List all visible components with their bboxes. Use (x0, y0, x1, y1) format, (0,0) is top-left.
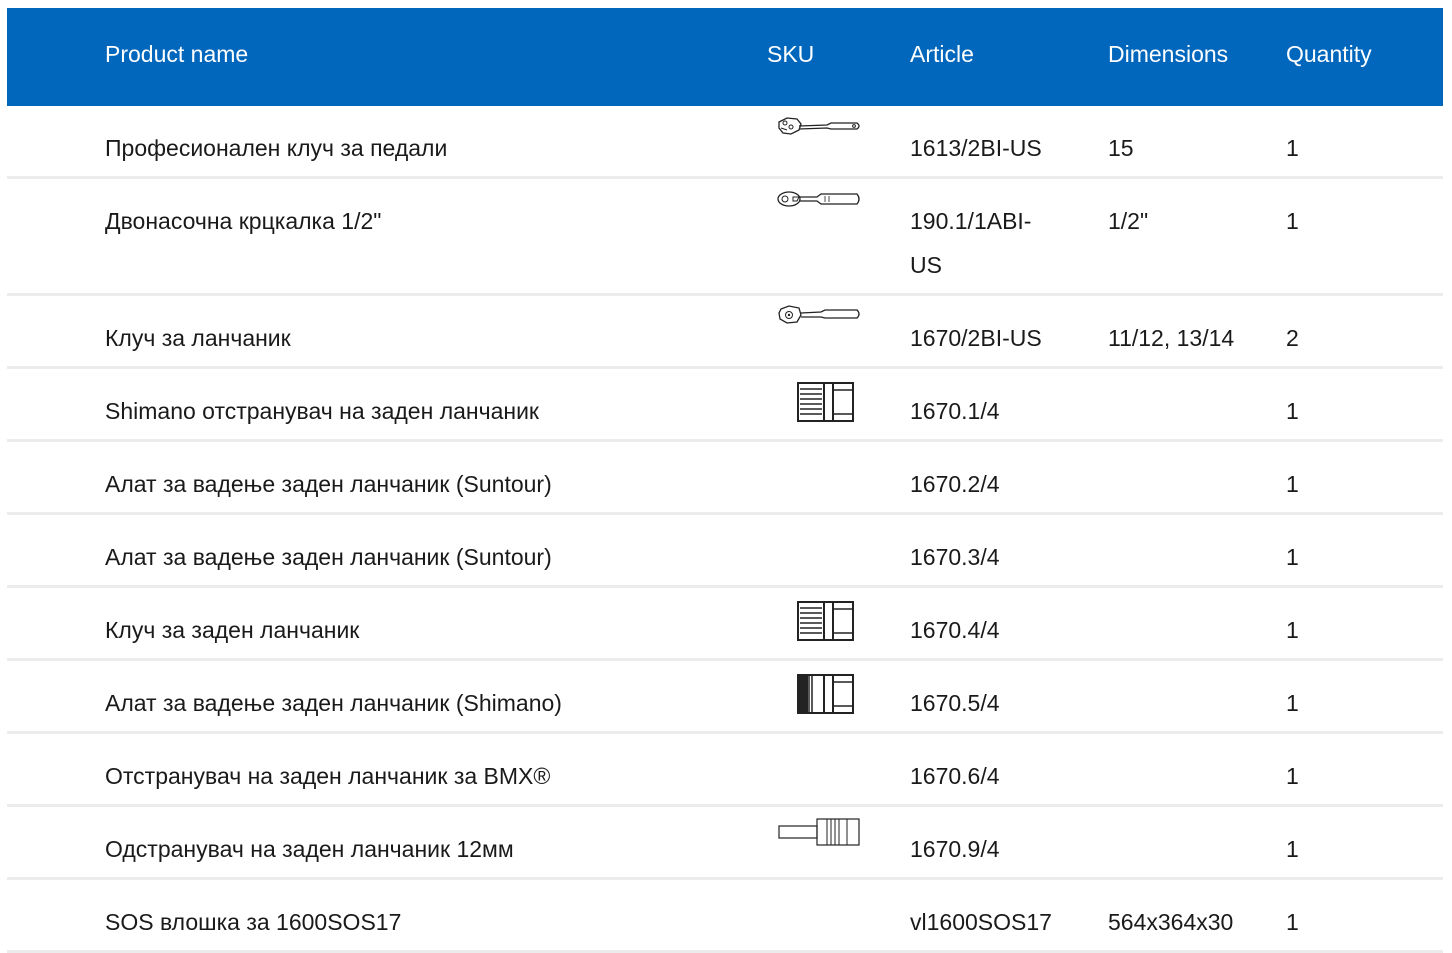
quantity-cell: 1 (1286, 690, 1299, 716)
quantity-cell: 1 (1286, 398, 1299, 424)
quantity-cell: 1 (1286, 909, 1299, 935)
product-name-cell: SOS влошка за 1600SOS17 (105, 909, 402, 935)
dimensions-cell: 11/12, 13/14 (1108, 325, 1235, 351)
product-name-cell: Алат за вадење заден ланчаник (Suntour) (105, 471, 552, 497)
table-row: Одстранувач на заден ланчаник 12мм 1670.9… (7, 807, 1443, 880)
table-row: Двонасочна крцкалка 1/2" 190.1/1ABI-US 1/2… (7, 179, 1443, 296)
product-name-cell: Shimano отстранувач на заден ланчаник (105, 398, 539, 424)
ratchet-icon (777, 189, 861, 209)
quantity-cell: 2 (1286, 325, 1299, 351)
quantity-cell: 1 (1286, 836, 1299, 862)
product-name-cell: Професионален клуч за педали (105, 135, 448, 161)
table-row: Алат за вадење заден ланчаник (Shimano) 1… (7, 661, 1443, 734)
table-header: Product name SKU Article Dimensions Quan… (7, 8, 1443, 106)
table-row: SOS влошка за 1600SOS17 vl1600SOS17 564x36… (7, 880, 1443, 953)
product-name-cell: Алат за вадење заден ланчаник (Suntour) (105, 544, 552, 570)
header-quantity[interactable]: Quantity (1286, 8, 1372, 100)
table-row: Клуч за заден ланчаник 1670.4/4 1 (7, 588, 1443, 661)
product-name-cell: Клуч за ланчаник (105, 325, 291, 351)
article-cell: 1670.6/4 (910, 763, 1000, 789)
cassette-remover-icon (779, 600, 855, 642)
article-cell: 190.1/1ABI-US (910, 208, 1032, 278)
article-cell: 1670.5/4 (910, 690, 1000, 716)
article-cell: 1613/2BI-US (910, 135, 1042, 161)
cassette-remover-dense-icon (779, 673, 855, 715)
product-name-cell: Алат за вадење заден ланчаник (Shimano) (105, 690, 562, 716)
quantity-cell: 1 (1286, 471, 1299, 497)
header-sku[interactable]: SKU (767, 8, 814, 100)
dimensions-cell: 1/2" (1108, 208, 1149, 234)
article-cell: 1670.9/4 (910, 836, 1000, 862)
header-article[interactable]: Article (910, 8, 974, 100)
table-row: Професионален клуч за педали 1613/2BI-US 1… (7, 106, 1443, 179)
product-name-cell: Клуч за заден ланчаник (105, 617, 360, 643)
header-product-name[interactable]: Product name (105, 8, 248, 100)
article-cell: vl1600SOS17 (910, 909, 1052, 935)
quantity-cell: 1 (1286, 763, 1299, 789)
chainring-wrench-icon (777, 304, 861, 326)
header-dimensions[interactable]: Dimensions (1108, 8, 1228, 100)
freewheel-remover-icon (777, 817, 861, 847)
article-cell: 1670/2BI-US (910, 325, 1042, 351)
product-name-cell: Одстранувач на заден ланчаник 12мм (105, 836, 514, 862)
product-name-cell: Двонасочна крцкалка 1/2" (105, 208, 382, 234)
dimensions-cell: 15 (1108, 135, 1134, 161)
product-name-cell: Отстранувач на заден ланчаник за BMX® (105, 763, 551, 789)
table-row: Алат за вадење заден ланчаник (Suntour) 1… (7, 442, 1443, 515)
table-body: Професионален клуч за педали 1613/2BI-US 1… (7, 106, 1443, 953)
quantity-cell: 1 (1286, 617, 1299, 643)
table-row: Shimano отстранувач на заден ланчаник 167… (7, 369, 1443, 442)
dimensions-cell: 564x364x30 (1108, 909, 1234, 935)
article-cell: 1670.2/4 (910, 471, 1000, 497)
article-cell: 1670.3/4 (910, 544, 1000, 570)
table-row: Клуч за ланчаник 1670/2BI-US 11/12, 13/14 2 (7, 296, 1443, 369)
pedal-wrench-icon (777, 116, 861, 140)
table-row: Отстранувач на заден ланчаник за BMX® 167… (7, 734, 1443, 807)
product-table: Product name SKU Article Dimensions Quan… (7, 8, 1443, 953)
article-cell: 1670.4/4 (910, 617, 1000, 643)
cassette-remover-icon (779, 381, 855, 423)
article-cell: 1670.1/4 (910, 398, 1000, 424)
quantity-cell: 1 (1286, 135, 1299, 161)
table-row: Алат за вадење заден ланчаник (Suntour) 1… (7, 515, 1443, 588)
quantity-cell: 1 (1286, 208, 1299, 234)
quantity-cell: 1 (1286, 544, 1299, 570)
